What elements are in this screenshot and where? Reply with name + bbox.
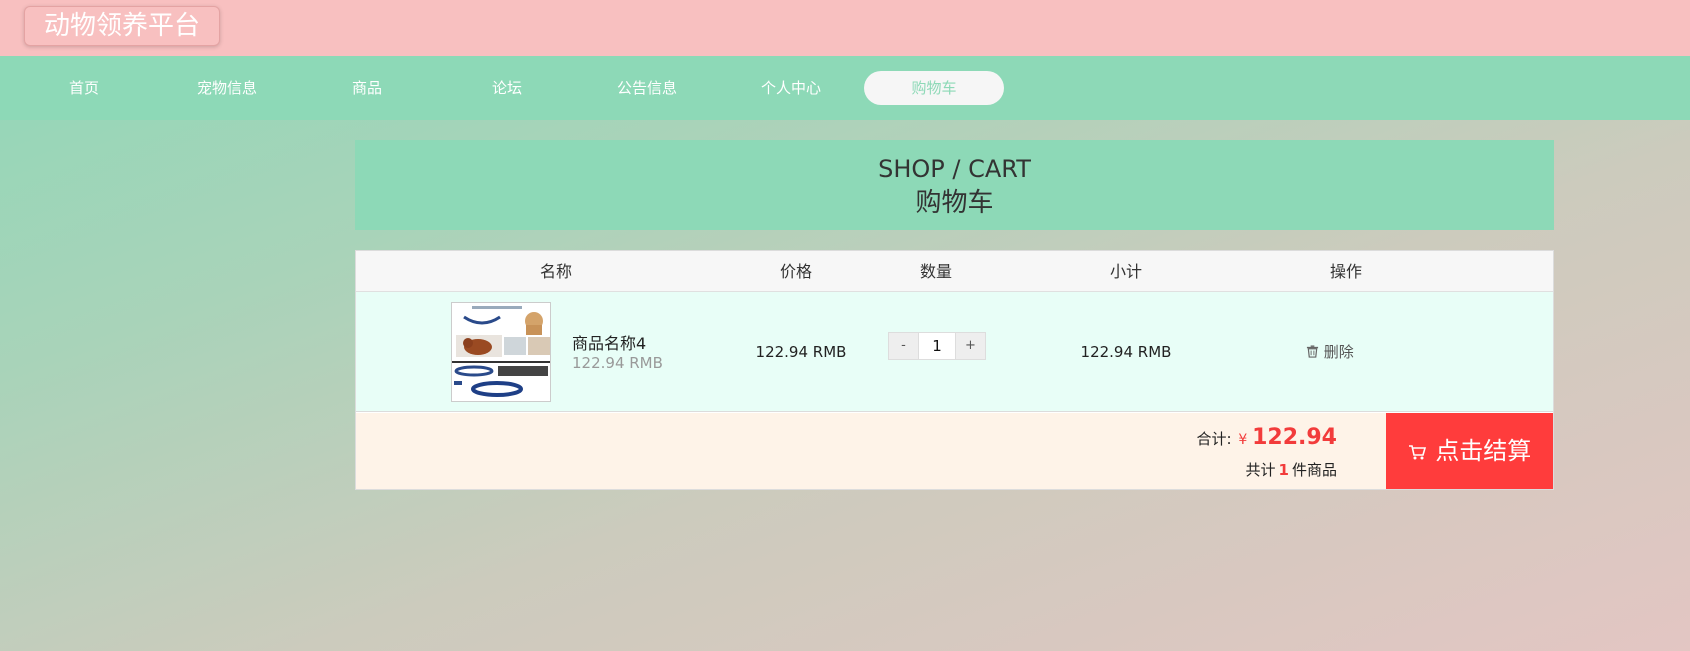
nav-item-forum[interactable]: 论坛 <box>437 71 577 105</box>
trash-icon <box>1306 343 1324 361</box>
top-bar: 动物领养平台 <box>0 0 1690 56</box>
product-name[interactable]: 商品名称4 <box>572 330 646 354</box>
checkout-button[interactable]: 点击结算 <box>1386 413 1553 489</box>
table-header: 名称 价格 数量 小计 操作 <box>356 251 1553 292</box>
nav-item-announcements[interactable]: 公告信息 <box>577 71 717 105</box>
cart-table: 名称 价格 数量 小计 操作 商品名称4 122.94 RMB 122.94 R… <box>355 250 1554 490</box>
quantity-stepper: - + <box>888 332 986 360</box>
item-count: 1 <box>1278 461 1289 479</box>
nav-item-pet-info[interactable]: 宠物信息 <box>157 71 297 105</box>
delete-label: 删除 <box>1323 343 1354 361</box>
header-subtotal: 小计 <box>1109 262 1142 281</box>
header-quantity: 数量 <box>919 262 952 281</box>
count-prefix: 共计 <box>1245 461 1276 479</box>
nav-item-cart[interactable]: 购物车 <box>864 71 1004 105</box>
nav-item-products[interactable]: 商品 <box>297 71 437 105</box>
site-logo[interactable]: 动物领养平台 <box>24 6 220 46</box>
total-line: 合计: ¥ 122.94 <box>1197 425 1337 450</box>
product-image[interactable] <box>451 302 551 402</box>
header-price: 价格 <box>779 262 812 281</box>
main-nav: 首页 宠物信息 商品 论坛 公告信息 个人中心 购物车 <box>0 56 1690 120</box>
quantity-increase-button[interactable]: + <box>955 333 985 359</box>
delete-button[interactable]: 删除 <box>1306 292 1354 412</box>
cart-icon <box>1408 437 1436 465</box>
total-amount: 122.94 <box>1252 425 1337 450</box>
table-row: 商品名称4 122.94 RMB 122.94 RMB - + 122.94 R… <box>356 292 1553 412</box>
quantity-decrease-button[interactable]: - <box>889 333 919 359</box>
count-suffix: 件商品 <box>1291 461 1337 479</box>
cart-title-en: SHOP / CART <box>878 155 1031 183</box>
quantity-input[interactable] <box>919 333 955 359</box>
currency-symbol: ¥ <box>1238 432 1248 448</box>
price-cell: 122.94 RMB <box>755 343 847 361</box>
total-label: 合计: <box>1196 430 1232 448</box>
item-count-line: 共计 1 件商品 <box>1246 459 1337 480</box>
cart-header: SHOP / CART 购物车 <box>355 140 1554 230</box>
header-action: 操作 <box>1329 262 1362 281</box>
nav-item-home[interactable]: 首页 <box>14 71 154 105</box>
product-unit-price: 122.94 RMB <box>572 354 663 372</box>
nav-item-profile[interactable]: 个人中心 <box>721 71 861 105</box>
checkout-label: 点击结算 <box>1435 437 1532 465</box>
cart-summary: 合计: ¥ 122.94 共计 1 件商品 点击结算 <box>356 413 1553 489</box>
subtotal-cell: 122.94 RMB <box>1080 343 1172 361</box>
cart-title-zh: 购物车 <box>915 188 994 218</box>
header-name: 名称 <box>539 262 572 281</box>
